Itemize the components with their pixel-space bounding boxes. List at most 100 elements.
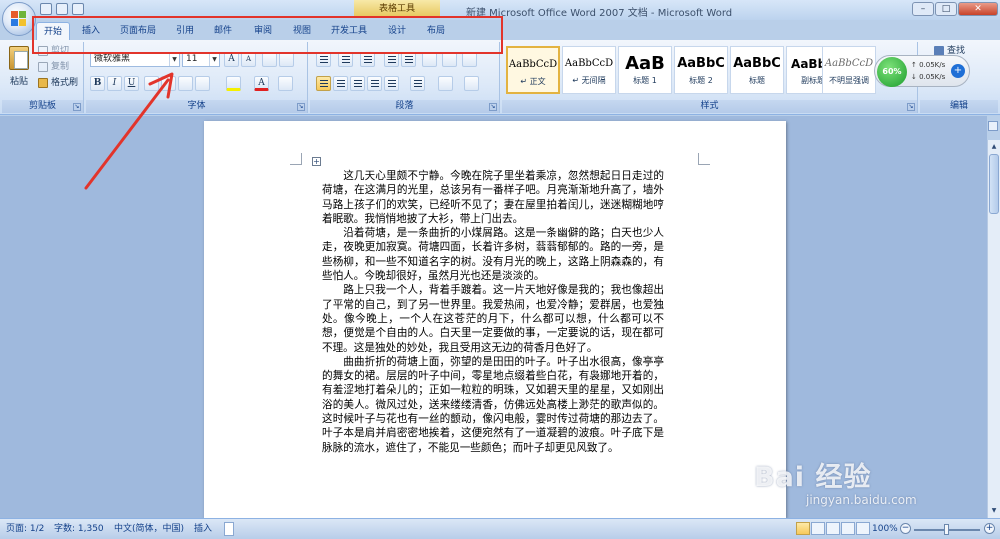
font-launcher[interactable]: ↘	[297, 103, 305, 111]
undo-icon[interactable]	[56, 3, 68, 15]
maximize-button[interactable]: □	[935, 2, 957, 16]
increase-indent-icon[interactable]	[401, 52, 416, 67]
tab-insert[interactable]: 插入	[76, 22, 106, 40]
zoom-out-button[interactable]: −	[900, 523, 911, 534]
styles-launcher[interactable]: ↘	[907, 103, 915, 111]
numbering-icon[interactable]	[338, 52, 353, 67]
tab-page-layout[interactable]: 页面布局	[114, 22, 162, 40]
zoom-level[interactable]: 100%	[872, 522, 898, 536]
tab-mailings[interactable]: 邮件	[208, 22, 238, 40]
macro-record-icon[interactable]	[224, 522, 234, 536]
scroll-down-icon[interactable]: ▼	[989, 506, 999, 516]
clipboard-launcher[interactable]: ↘	[73, 103, 81, 111]
format-painter-button[interactable]: 格式刷	[38, 77, 78, 90]
document-page[interactable]: + 这几天心里颇不宁静。今晚在院子里坐着乘凉，忽然想起日日走过的荷塘，在这满月的…	[204, 121, 786, 518]
change-case-icon[interactable]	[195, 76, 210, 91]
style-heading-2[interactable]: AaBbC 标题 2	[674, 46, 728, 94]
style-subtle-emphasis[interactable]: AaBbCcD 不明显强调	[822, 46, 876, 94]
network-speed-widget[interactable]: 60% ↑ 0.05K/s ↓ 0.05K/s +	[874, 55, 970, 87]
decrease-indent-icon[interactable]	[384, 52, 399, 67]
align-center-icon[interactable]	[333, 76, 348, 91]
minimize-button[interactable]: –	[912, 2, 934, 16]
close-button[interactable]: ✕	[958, 2, 998, 16]
document-body[interactable]: 这几天心里颇不宁静。今晚在院子里坐着乘凉，忽然想起日日走过的荷塘，在这满月的光里…	[322, 169, 664, 455]
distributed-icon[interactable]	[384, 76, 399, 91]
language-indicator[interactable]: 中文(简体，中国)	[114, 522, 184, 536]
superscript-icon[interactable]	[178, 76, 193, 91]
outline-view-icon[interactable]	[841, 522, 855, 535]
shrink-font-button[interactable]: A	[241, 52, 256, 67]
web-layout-view-icon[interactable]	[826, 522, 840, 535]
ruler-toggle-button[interactable]	[988, 121, 998, 131]
tab-references[interactable]: 引用	[170, 22, 200, 40]
highlight-color-icon[interactable]	[226, 76, 241, 91]
download-speed: ↓ 0.05K/s	[911, 73, 946, 81]
word-count[interactable]: 字数: 1,350	[54, 522, 104, 536]
scroll-thumb[interactable]	[989, 154, 999, 214]
zoom-in-button[interactable]: +	[984, 523, 995, 534]
underline-button[interactable]: U	[124, 76, 139, 91]
paragraph-1: 这几天心里颇不宁静。今晚在院子里坐着乘凉，忽然想起日日走过的荷塘，在这满月的光里…	[322, 170, 664, 225]
paragraph-launcher[interactable]: ↘	[489, 103, 497, 111]
font-size-select[interactable]: 11 ▼	[182, 52, 220, 67]
font-name-select[interactable]: 微软雅黑 ▼	[90, 52, 180, 67]
scroll-up-icon[interactable]: ▲	[989, 142, 999, 152]
shading-icon[interactable]	[438, 76, 453, 91]
page-count[interactable]: 页面: 1/2	[6, 522, 44, 536]
margin-corner-top-left	[290, 153, 302, 165]
style-title[interactable]: AaBbC 标题	[730, 46, 784, 94]
subscript-icon[interactable]	[161, 76, 176, 91]
baidu-jingyan-watermark: Bai 经验 jingyan.baidu.com	[754, 462, 917, 507]
speed-percent: 60%	[877, 57, 907, 87]
character-shading-icon[interactable]	[278, 76, 293, 91]
italic-button[interactable]: I	[107, 76, 122, 91]
title-bar: 表格工具 新建 Microsoft Office Word 2007 文档 - …	[0, 0, 1000, 20]
line-spacing-icon[interactable]	[410, 76, 425, 91]
tab-developer[interactable]: 开发工具	[325, 22, 373, 40]
strikethrough-icon[interactable]	[144, 76, 159, 91]
font-color-button[interactable]: A	[254, 76, 269, 91]
paste-button[interactable]: 粘贴	[6, 46, 32, 92]
full-screen-reading-view-icon[interactable]	[811, 522, 825, 535]
tab-home[interactable]: 开始	[36, 22, 70, 40]
table-move-handle[interactable]: +	[312, 157, 321, 166]
binoculars-icon	[934, 45, 944, 56]
bullets-icon[interactable]	[316, 52, 331, 67]
bold-button[interactable]: B	[90, 76, 105, 91]
insert-mode[interactable]: 插入	[194, 522, 212, 536]
style-normal[interactable]: AaBbCcD ↵ 正文	[506, 46, 560, 94]
borders-icon[interactable]	[464, 76, 479, 91]
print-layout-view-icon[interactable]	[796, 522, 810, 535]
align-left-icon[interactable]	[316, 76, 331, 91]
show-marks-icon[interactable]	[462, 52, 477, 67]
tab-layout[interactable]: 布局	[421, 22, 451, 40]
tab-review[interactable]: 审阅	[248, 22, 278, 40]
office-button[interactable]	[2, 2, 36, 36]
draft-view-icon[interactable]	[856, 522, 870, 535]
style-heading-1[interactable]: AaB 标题 1	[618, 46, 672, 94]
chinese-layout-icon[interactable]	[422, 52, 437, 67]
redo-icon[interactable]	[72, 3, 84, 15]
sort-icon[interactable]	[442, 52, 457, 67]
grow-font-button[interactable]: A	[224, 52, 239, 67]
style-no-spacing[interactable]: AaBbCcD ↵ 无间隔	[562, 46, 616, 94]
paragraph-group-label: 段落	[310, 100, 499, 113]
tab-design[interactable]: 设计	[382, 22, 412, 40]
paragraph-group: 段落 ↘	[310, 42, 500, 113]
chevron-down-icon: ▼	[209, 53, 219, 66]
phonetic-guide-icon[interactable]	[279, 52, 294, 67]
plus-icon[interactable]: +	[951, 64, 965, 78]
save-icon[interactable]	[40, 3, 52, 15]
window-title: 新建 Microsoft Office Word 2007 文档 - Micro…	[466, 8, 733, 19]
clear-format-icon[interactable]	[262, 52, 277, 67]
zoom-slider-thumb[interactable]	[944, 524, 949, 535]
justify-icon[interactable]	[367, 76, 382, 91]
multilevel-list-icon[interactable]	[360, 52, 375, 67]
tab-view[interactable]: 视图	[287, 22, 317, 40]
vertical-scrollbar[interactable]: ▲ ▼	[987, 140, 1000, 518]
paste-icon	[9, 46, 29, 70]
cut-button[interactable]: 剪切	[38, 45, 69, 58]
scissors-icon	[38, 45, 48, 56]
align-right-icon[interactable]	[350, 76, 365, 91]
copy-button[interactable]: 复制	[38, 61, 69, 74]
